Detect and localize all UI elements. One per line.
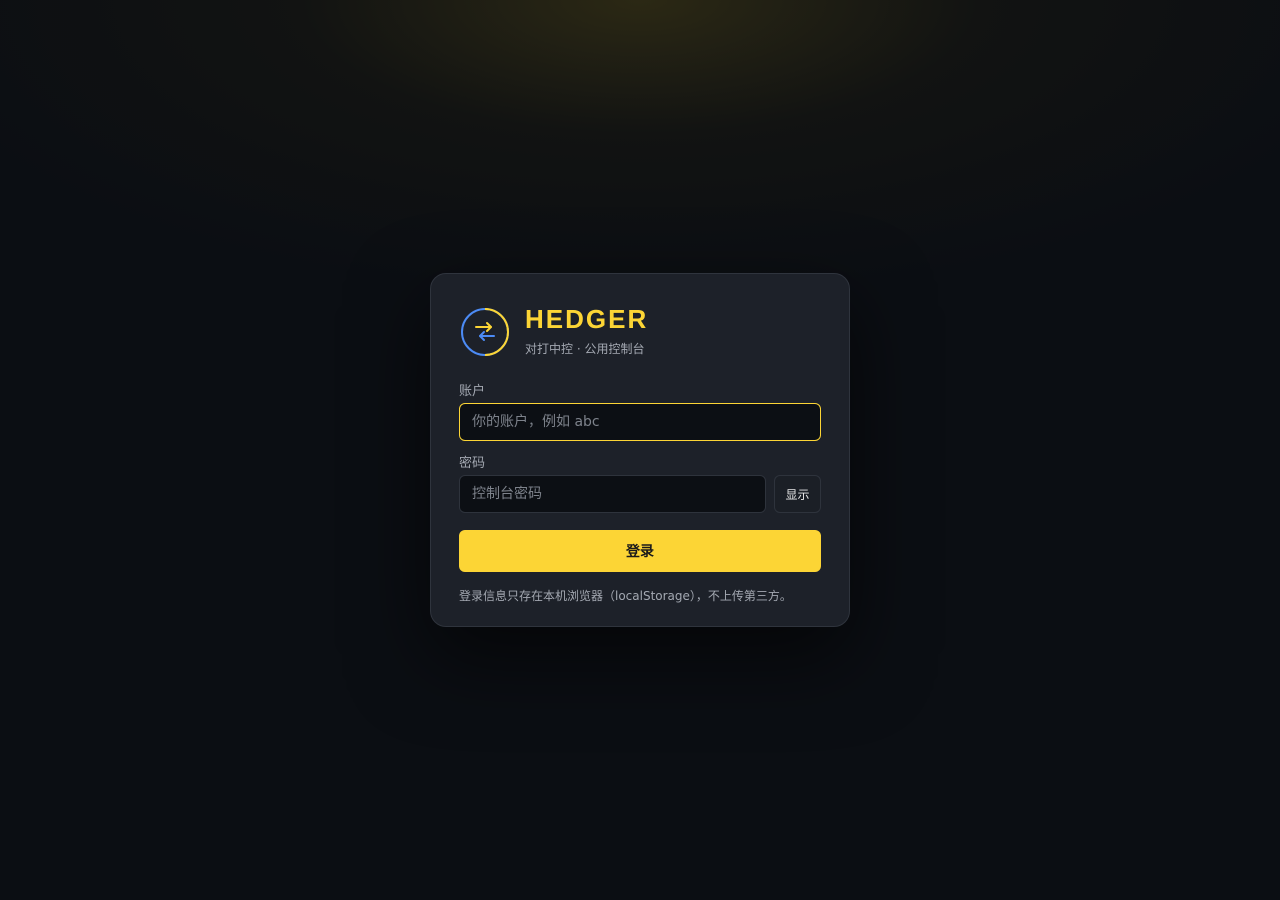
login-card: HEDGER 对打中控 · 公用控制台 账户 密码 显示 登录 登录信息只存在本… [430, 273, 850, 627]
app-title: HEDGER [525, 303, 649, 334]
password-input[interactable] [459, 475, 766, 513]
app-subtitle: 对打中控 · 公用控制台 [525, 341, 645, 356]
login-button[interactable]: 登录 [459, 530, 821, 572]
account-label: 账户 [459, 384, 486, 399]
show-password-button[interactable]: 显示 [774, 475, 821, 513]
account-input[interactable] [459, 403, 821, 441]
brand-header: HEDGER 对打中控 · 公用控制台 [460, 304, 648, 357]
password-label: 密码 [459, 456, 486, 471]
brand-text: HEDGER 对打中控 · 公用控制台 [525, 304, 648, 357]
storage-note: 登录信息只存在本机浏览器（localStorage），不上传第三方。 [459, 589, 792, 603]
swap-arrows-icon [461, 308, 509, 356]
